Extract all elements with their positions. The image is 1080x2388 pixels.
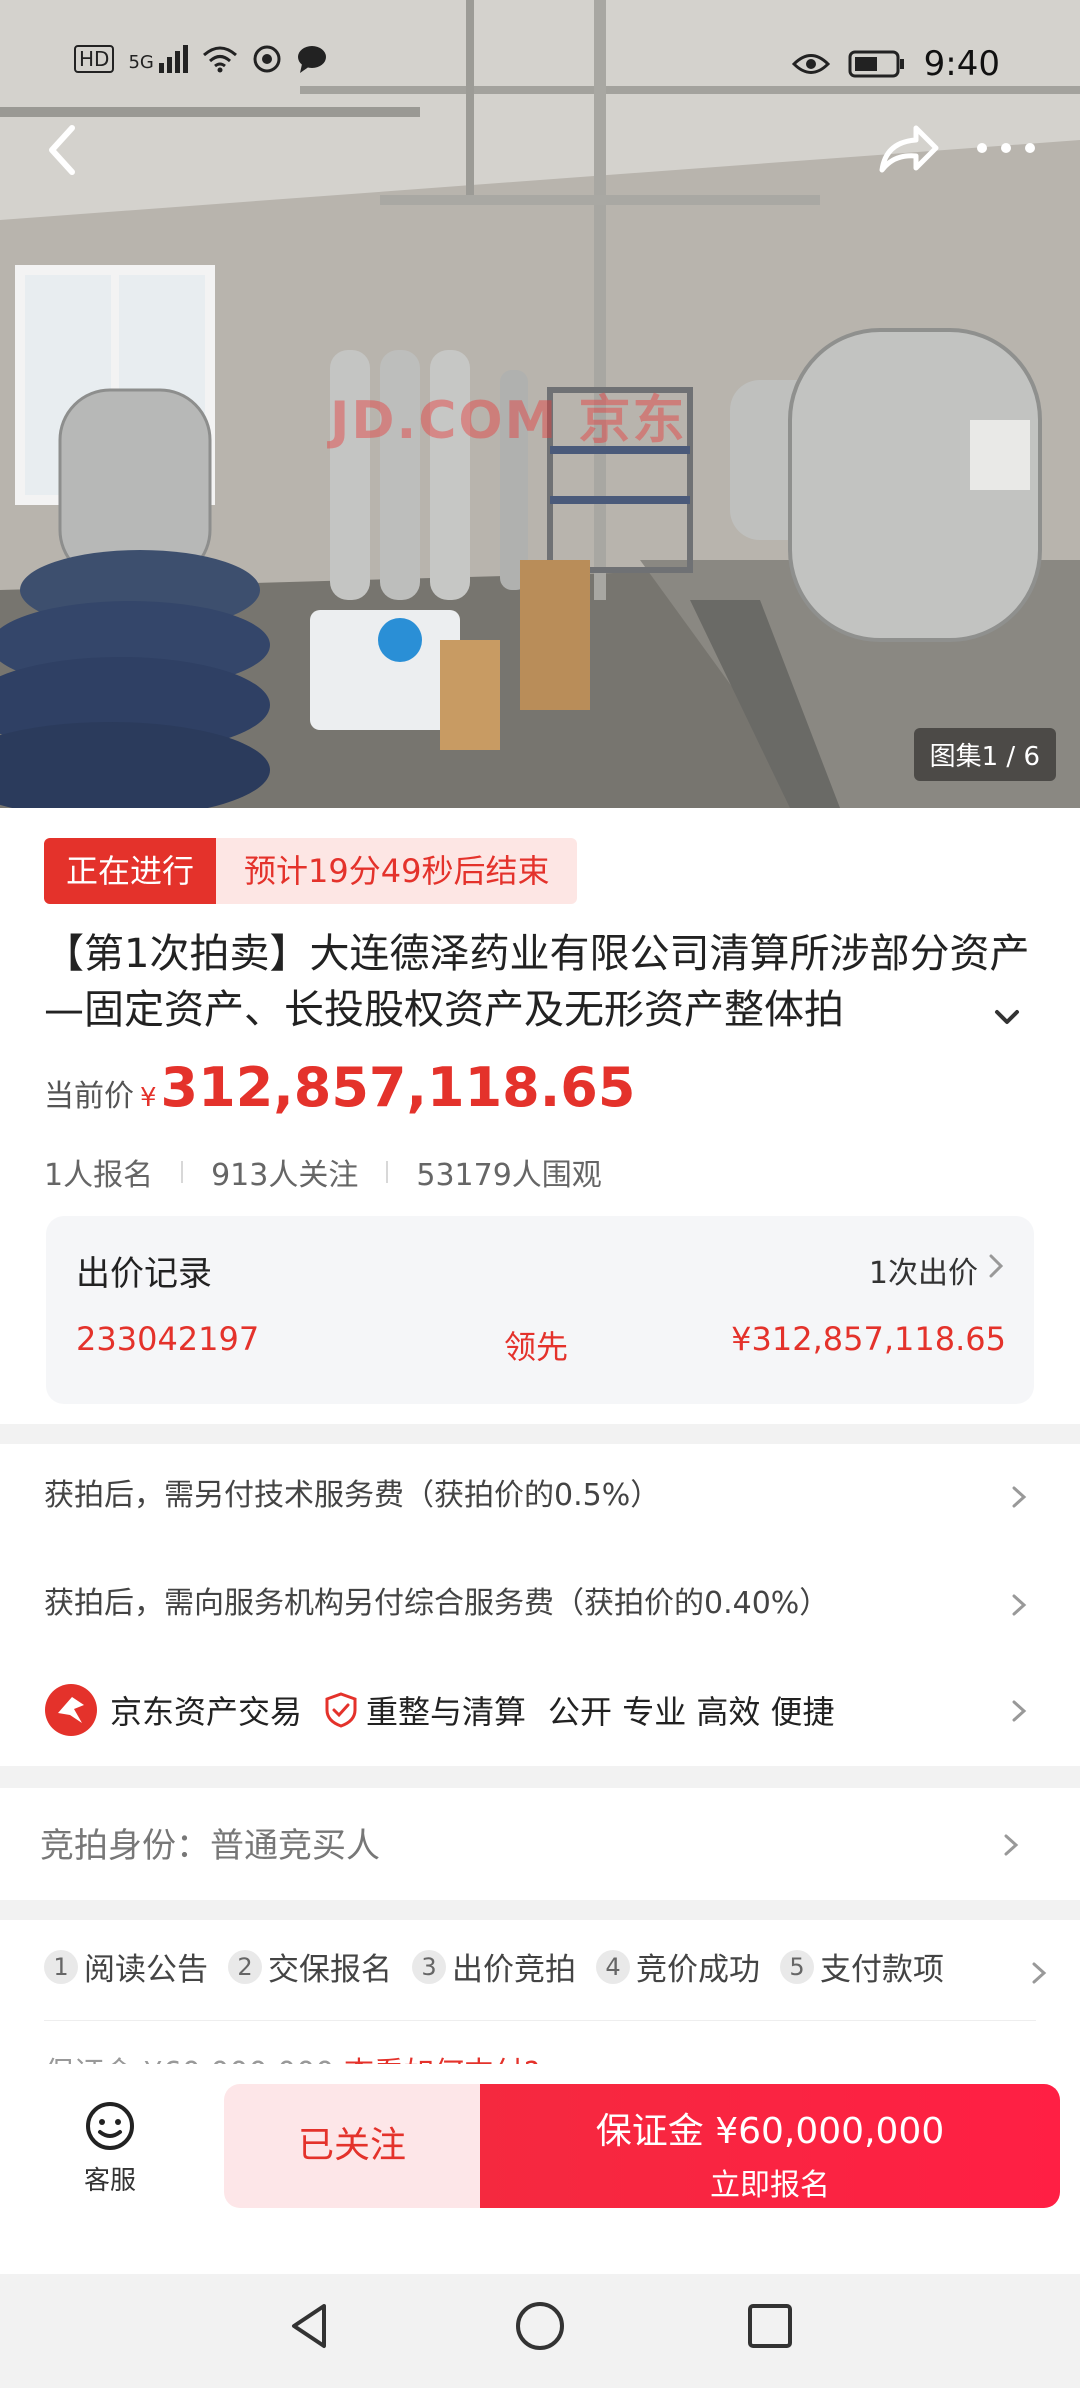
countdown-text: 预计19分49秒后结束	[216, 838, 578, 904]
tech-fee-text: 获拍后，需另付技术服务费（获拍价的0.5%）	[44, 1478, 661, 1513]
more-icon[interactable]	[966, 112, 1046, 184]
status-bar: HD 5G 9:40	[0, 38, 1080, 94]
app-icon	[253, 45, 281, 73]
chevron-right-icon	[1012, 1486, 1027, 1508]
step-item: 5 支付款项	[780, 1944, 944, 1989]
step-label: 出价竞拍	[452, 1952, 576, 1988]
back-icon[interactable]	[34, 110, 94, 190]
follow-count: 913人关注	[211, 1158, 359, 1193]
bid-count[interactable]: 1次出价	[869, 1248, 978, 1292]
steps-fade	[960, 1940, 1030, 1996]
step-number: 4	[596, 1949, 630, 1984]
system-recent-icon[interactable]	[742, 2298, 798, 2354]
step-item: 2 交保报名	[228, 1944, 392, 1989]
chevron-right-icon	[1004, 1834, 1019, 1856]
chevron-right-icon	[1012, 1700, 1027, 1722]
watermark: JD.COM 京东	[330, 391, 687, 451]
bid-record-title: 出价记录	[76, 1254, 212, 1294]
step-number: 2	[228, 1949, 262, 1984]
signup-button[interactable]: 保证金 ¥60,000,000 立即报名	[480, 2084, 1060, 2208]
signup-count: 1人报名	[44, 1158, 154, 1193]
steps-list: 1 阅读公告 2 交保报名 3 出价竞拍 4 竞价成功 5 支付款项	[44, 1944, 964, 1989]
price-label: 当前价	[44, 1079, 134, 1114]
step-label: 支付款项	[820, 1952, 944, 1988]
step-label: 竞价成功	[636, 1952, 760, 1988]
jd-asset-logo-icon	[45, 1684, 97, 1736]
service-fee-row[interactable]: 获拍后，需向服务机构另付综合服务费（获拍价的0.40%）	[44, 1574, 1044, 1634]
follow-button[interactable]: 已关注	[224, 2084, 480, 2208]
tech-fee-row[interactable]: 获拍后，需另付技术服务费（获拍价的0.5%）	[44, 1466, 1044, 1526]
chat-icon	[297, 46, 326, 73]
customer-service-label: 客服	[83, 2166, 136, 2196]
chevron-right-icon	[989, 1254, 1004, 1278]
gallery-counter[interactable]: 图集1 / 6	[913, 728, 1056, 781]
brand-name: 京东资产交易	[110, 1693, 303, 1731]
step-label: 阅读公告	[84, 1952, 208, 1988]
signup-label: 立即报名	[710, 2168, 830, 2203]
eye-icon	[791, 54, 830, 74]
share-icon[interactable]	[872, 112, 944, 184]
auction-title: 【第1次拍卖】大连德泽药业有限公司清算所涉部分资产—固定资产、长投股权资产及无形…	[44, 931, 1030, 1033]
step-number: 3	[412, 1949, 446, 1984]
bid-amount: ¥312,857,118.65	[731, 1320, 1006, 1358]
bottom-action-bar: 客服 已关注 保证金 ¥60,000,000 立即报名	[0, 2064, 1080, 2274]
wifi-icon	[202, 46, 237, 73]
step-number: 1	[44, 1949, 78, 1984]
auction-stats: 1人报名 913人关注 53179人围观	[44, 1150, 602, 1194]
divider	[44, 2020, 1036, 2021]
service-fee-text: 获拍后，需向服务机构另付综合服务费（获拍价的0.40%）	[44, 1586, 830, 1621]
shield-check-icon	[325, 1692, 357, 1728]
bidder-identity-row[interactable]: 竞拍身份：普通竞买人	[0, 1788, 1080, 1900]
current-price: 当前价 ¥ 312,857,118.65	[44, 1056, 635, 1119]
bid-status: 领先	[504, 1328, 569, 1366]
step-label: 交保报名	[268, 1952, 392, 1988]
view-count: 53179人围观	[416, 1158, 602, 1193]
brand-row[interactable]: 京东资产交易 重整与清算 公开 专业 高效 便捷	[44, 1678, 1044, 1742]
system-nav-bar	[0, 2274, 1080, 2388]
product-photo[interactable]: JD.COM 京东 HD 5G 9:40 图集1 / 6	[0, 0, 1080, 808]
smiley-service-icon	[86, 2102, 134, 2150]
step-item: 1 阅读公告	[44, 1944, 208, 1989]
step-item: 4 竞价成功	[596, 1944, 760, 1989]
auction-steps[interactable]: 1 阅读公告 2 交保报名 3 出价竞拍 4 竞价成功 5 支付款项	[0, 1920, 1080, 2080]
status-badge: 正在进行	[44, 838, 217, 904]
bidder-identity: 竞拍身份：普通竞买人	[40, 1826, 380, 1866]
divider	[181, 1161, 184, 1183]
chevron-right-icon	[1012, 1594, 1027, 1616]
customer-service-button[interactable]: 客服	[60, 2100, 160, 2197]
hd-icon: HD	[74, 45, 115, 73]
system-back-icon[interactable]	[282, 2298, 338, 2354]
fee-section: 获拍后，需另付技术服务费（获拍价的0.5%） 获拍后，需向服务机构另付综合服务费…	[0, 1444, 1080, 1766]
chevron-down-icon[interactable]	[990, 1000, 1024, 1034]
system-home-icon[interactable]	[512, 2298, 568, 2354]
step-item: 3 出价竞拍	[412, 1944, 576, 1989]
step-number: 5	[780, 1949, 814, 1984]
bid-record-card[interactable]: 出价记录 1次出价 233042197 领先 ¥312,857,118.65	[46, 1216, 1034, 1404]
battery-icon	[848, 50, 904, 78]
chevron-right-icon	[1032, 1962, 1047, 1984]
price-value: 312,857,118.65	[160, 1056, 636, 1119]
network-type: 5G	[128, 52, 154, 73]
brand-slogan: 公开 专业 高效 便捷	[548, 1693, 835, 1731]
deposit-amount: 保证金 ¥60,000,000	[595, 2111, 945, 2152]
brand-tag: 重整与清算	[366, 1693, 527, 1731]
price-currency: ¥	[140, 1083, 157, 1113]
auction-info-card: 正在进行 预计19分49秒后结束 【第1次拍卖】大连德泽药业有限公司清算所涉部分…	[0, 808, 1080, 1424]
auction-status: 正在进行 预计19分49秒后结束	[44, 838, 578, 904]
clock: 9:40	[923, 44, 1000, 84]
auction-detail-screen: JD.COM 京东 HD 5G 9:40 图集1 / 6 正在进行 预计19分4…	[0, 0, 1080, 2388]
signal-5g-icon: 5G	[128, 45, 188, 73]
divider	[386, 1161, 389, 1183]
bidder-id: 233042197	[76, 1320, 260, 1358]
